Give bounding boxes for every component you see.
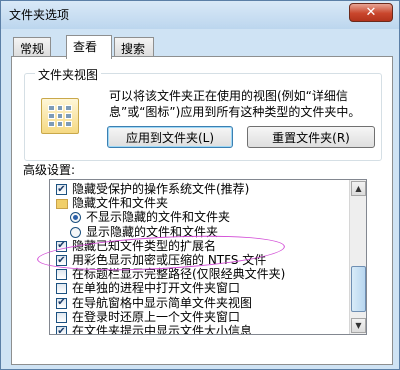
setting-label: 不显示隐藏的文件和文件夹 [86,210,231,225]
setting-label: 在标题栏显示完整路径(仅限经典文件夹) [72,267,286,282]
reset-folders-button[interactable]: 重置文件夹(R) [247,126,375,148]
folder-icon [56,199,68,210]
setting-checkbox[interactable]: ✔ [56,184,67,195]
tree-scrollbar[interactable]: ▲ ▼ [349,180,366,334]
checkmark-icon: ✔ [57,297,66,309]
setting-checkbox[interactable]: ✔ [56,240,67,252]
title-bar[interactable]: 文件夹选项 ✕ [1,1,399,29]
setting-row[interactable]: 在标题栏显示完整路径(仅限经典文件夹) [50,267,360,282]
tab-search-label: 搜索 [121,42,146,56]
setting-label: 在单独的进程中打开文件夹窗口 [72,281,241,296]
setting-checkbox[interactable]: ✔ [56,255,67,266]
scroll-up-button[interactable]: ▲ [351,181,366,196]
tab-search[interactable]: 搜索 [114,37,154,57]
close-button[interactable]: ✕ [349,3,393,22]
setting-label: 用彩色显示加密或压缩的 NTFS 文件 [72,253,267,267]
setting-row[interactable]: 在单独的进程中打开文件夹窗口 [50,281,360,296]
folder-views-description: 可以将该文件夹正在使用的视图(例如“详细信息”或“图标”)应用到所有这种类型的文… [109,89,361,119]
advanced-settings-tree[interactable]: ✔ 隐藏受保护的操作系统文件(推荐) 隐藏文件和文件夹 不显示隐藏的文件和文件夹 显示隐… [49,179,367,335]
window-title: 文件夹选项 [9,8,70,22]
tab-view-label: 查看 [73,40,98,54]
setting-checkbox[interactable]: ✔ [56,325,67,335]
setting-radio[interactable] [70,212,81,224]
folder-options-window: 文件夹选项 ✕ 常规 查看 搜索 文件夹视图 可以将该文件夹正在使用的视图(例如… [0,0,400,370]
setting-row[interactable]: 显示隐藏的文件和文件夹 [50,225,360,240]
folder-views-title: 文件夹视图 [35,66,102,83]
setting-checkbox[interactable] [56,311,67,323]
scroll-down-button[interactable]: ▼ [351,318,366,333]
setting-row[interactable]: ✔ 隐藏受保护的操作系统文件(推荐) [50,182,360,197]
reset-folders-label: 重置文件夹(R) [272,130,350,145]
setting-label: 隐藏文件和文件夹 [72,196,169,211]
apply-to-folders-label: 应用到文件夹(L) [125,130,215,145]
checkmark-icon: ✔ [57,325,66,335]
setting-row[interactable]: ✔ 在导航窗格中显示简单文件夹视图 [50,296,360,311]
scroll-thumb[interactable] [351,266,366,312]
setting-checkbox[interactable] [56,269,67,281]
setting-checkbox[interactable]: ✔ [56,297,67,309]
setting-label: 隐藏已知文件类型的扩展名 [72,238,217,253]
setting-label: 在导航窗格中显示简单文件夹视图 [72,295,253,310]
checkmark-icon: ✔ [57,254,66,266]
checkmark-icon: ✔ [57,183,66,195]
close-icon: ✕ [365,5,377,20]
tab-general[interactable]: 常规 [13,37,51,57]
setting-row[interactable]: ✔ 用彩色显示加密或压缩的 NTFS 文件 [50,253,360,268]
checkmark-icon: ✔ [57,240,66,252]
folder-view-icon [41,98,79,134]
setting-row[interactable]: ✔ 在文件夹提示中显示文件大小信息 [50,324,360,335]
setting-radio[interactable] [70,226,81,238]
advanced-settings-label: 高级设置: [23,163,76,177]
setting-row[interactable]: 在登录时还原上一个文件夹窗口 [50,310,360,325]
setting-row[interactable]: ✔ 隐藏已知文件类型的扩展名 [50,239,360,254]
tab-view[interactable]: 查看 [66,35,112,59]
setting-label: 在登录时还原上一个文件夹窗口 [72,309,241,324]
setting-row: 隐藏文件和文件夹 [50,196,360,211]
setting-label: 显示隐藏的文件和文件夹 [86,224,219,239]
folder-views-group: 文件夹视图 可以将该文件夹正在使用的视图(例如“详细信息”或“图标”)应用到所有… [24,66,382,161]
setting-checkbox[interactable] [56,283,67,295]
setting-row[interactable]: 不显示隐藏的文件和文件夹 [50,210,360,225]
scroll-down-icon: ▼ [355,321,362,330]
setting-label: 在文件夹提示中显示文件大小信息 [72,324,253,335]
scroll-up-icon: ▲ [355,184,362,193]
apply-to-folders-button[interactable]: 应用到文件夹(L) [107,126,233,148]
setting-label: 隐藏受保护的操作系统文件(推荐) [72,182,250,196]
tab-general-label: 常规 [20,42,45,56]
